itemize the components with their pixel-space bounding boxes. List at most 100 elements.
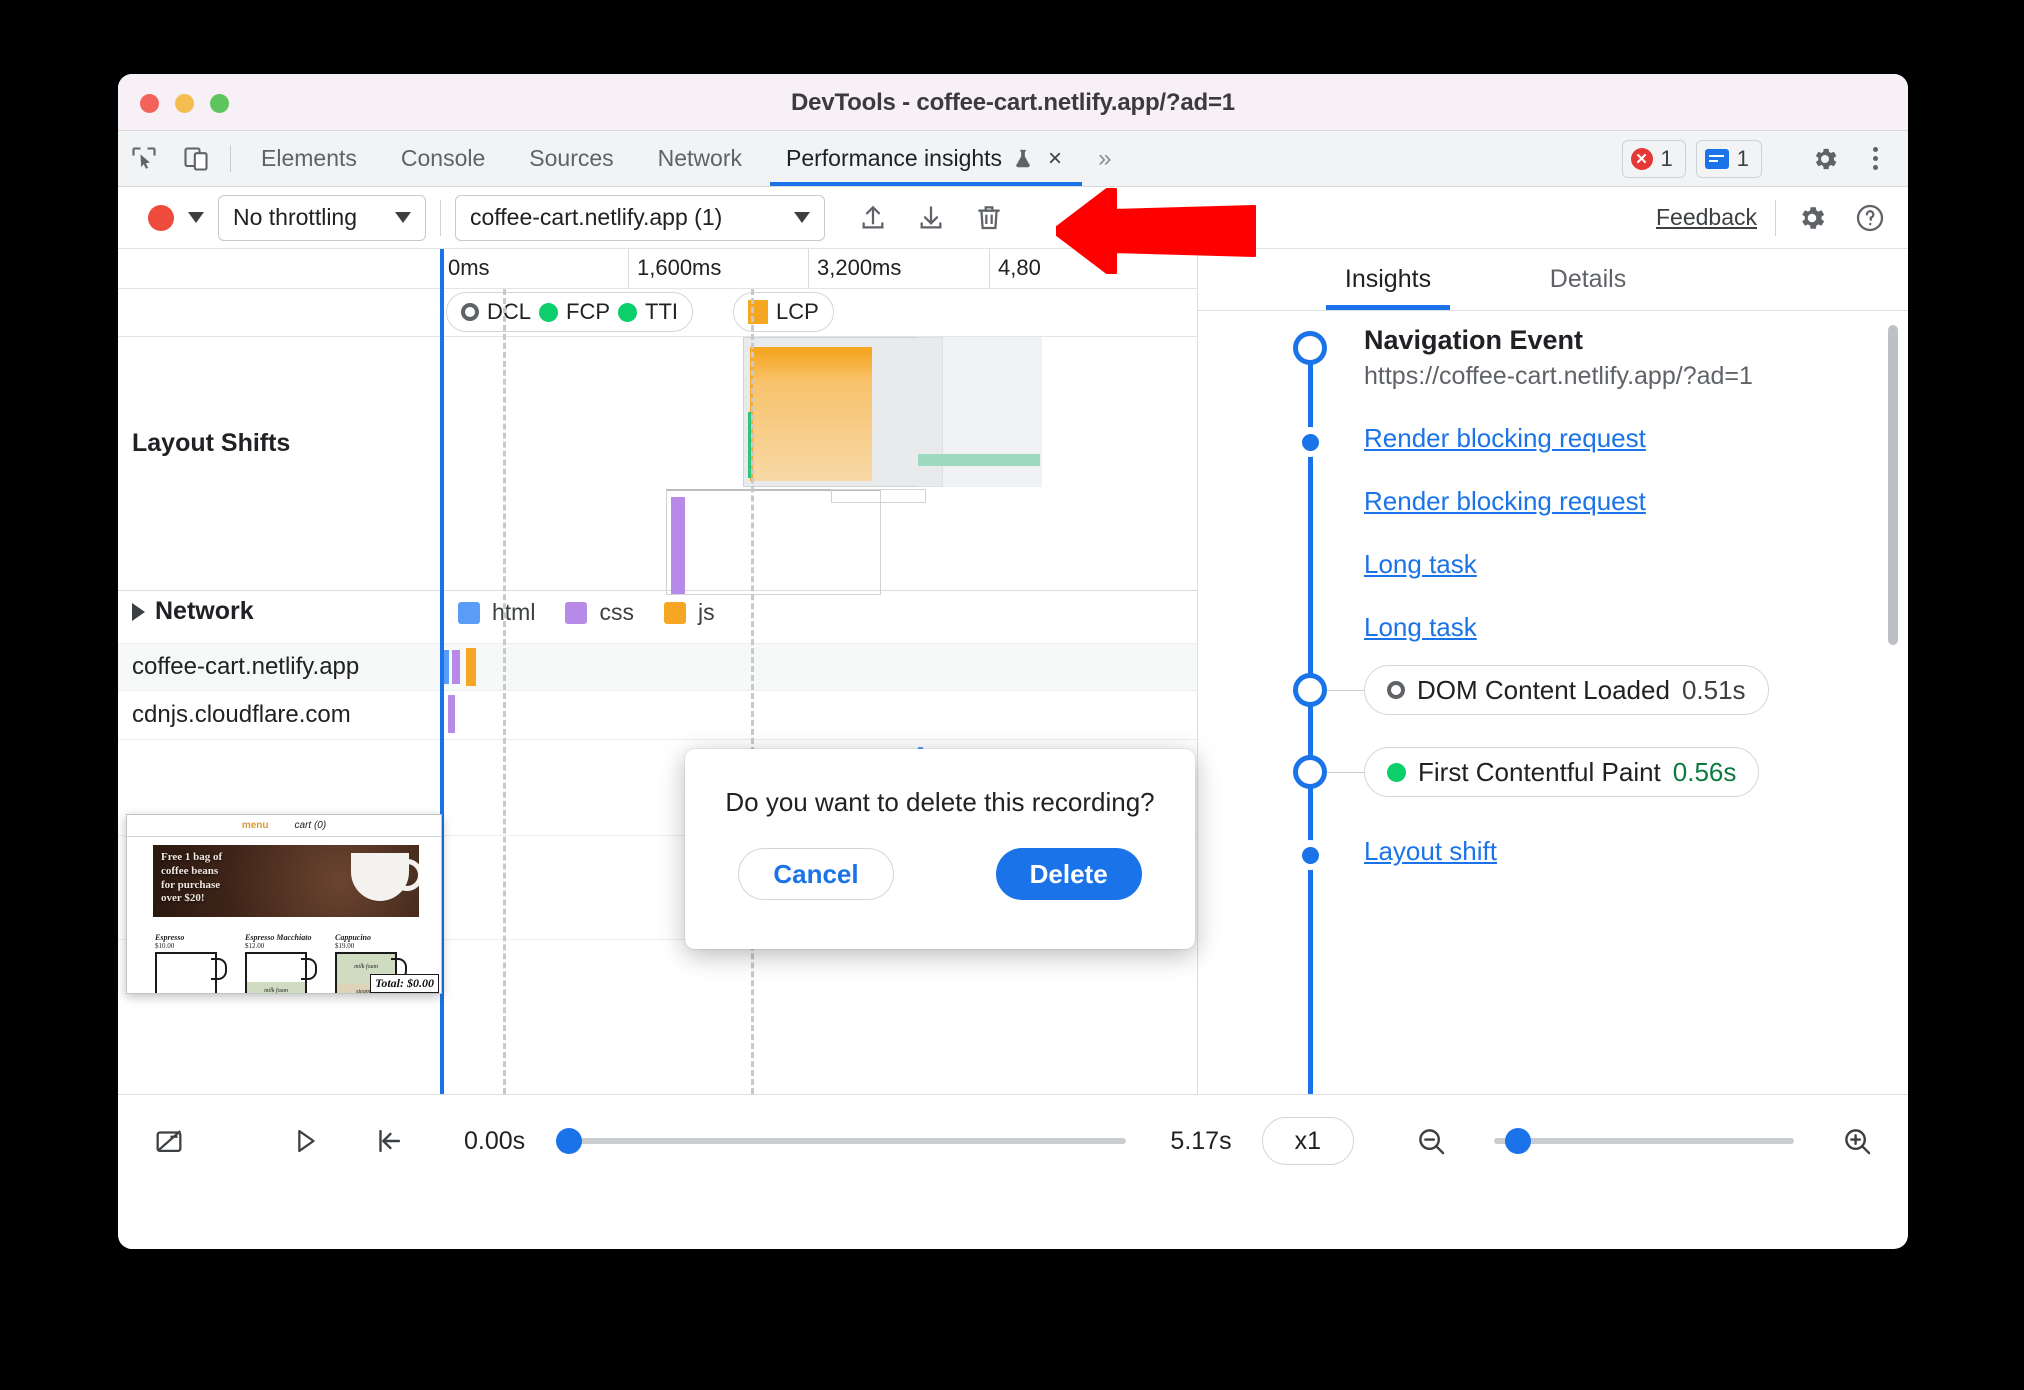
legend-label: css [599,599,634,625]
insight-long-task[interactable]: Long task [1364,612,1477,643]
inspect-element-icon[interactable] [118,131,170,186]
kebab-menu-icon[interactable] [1861,147,1890,170]
insight-long-task[interactable]: Long task [1364,549,1477,580]
insights-node-dot [1295,427,1325,457]
recording-select[interactable]: coffee-cart.netlify.app (1) [455,194,825,241]
timeline-dashed-marker [503,289,506,1094]
dialog-buttons: Cancel Delete [738,848,1142,900]
insight-layout-shift[interactable]: Layout shift [1364,836,1497,867]
screenshot-strip-block [918,337,1042,487]
screenshot-off-icon[interactable] [146,1118,192,1164]
marker-label: FCP [566,299,611,324]
error-icon: ✕ [1630,147,1653,170]
ruler-tick: 0ms [448,255,490,280]
playback-speed-button[interactable]: x1 [1261,1117,1354,1165]
insights-pane: Insights Details Navigation Event https:… [1198,249,1908,1094]
tab-insights[interactable]: Insights [1288,249,1488,310]
record-dropdown-chevron-down-icon[interactable] [188,212,204,223]
record-button[interactable] [148,204,174,231]
trash-icon[interactable] [967,196,1011,240]
network-request-row[interactable]: coffee-cart.netlify.app [118,643,1197,691]
ruler-tick: 3,200ms [808,249,901,289]
marker-group-dcl-fcp-tti[interactable]: DCL FCP TTI [446,292,694,332]
insight-link[interactable]: Render blocking request [1364,423,1646,453]
ruler-tick: 4,80 [989,249,1041,289]
track-network-header[interactable]: Network html css js [118,591,1197,643]
chevron-down-icon [395,212,411,223]
toolbar-divider-1 [440,199,441,236]
tab-performance-insights[interactable]: Performance insights × [764,131,1088,186]
preview-site-nav: menu cart (0) [127,815,441,837]
track-layout-shifts[interactable]: Layout Shifts [118,337,1197,595]
zoom-slider-knob[interactable] [1505,1128,1531,1154]
tab-label: Performance insights [786,145,1003,171]
track-label-text: Layout Shifts [132,429,291,457]
time-slider-knob[interactable] [556,1128,583,1154]
zoom-slider[interactable] [1494,1128,1794,1154]
gear-icon[interactable] [1790,196,1834,240]
marker-lcp[interactable]: LCP [733,292,834,332]
preview-product-name: Espresso [155,933,185,942]
insight-link[interactable]: Long task [1364,549,1477,579]
insights-list[interactable]: Navigation Event https://coffee-cart.net… [1198,311,1908,1094]
insight-link[interactable]: Long task [1364,612,1477,642]
fcp-dot-green-icon [1387,762,1406,782]
insight-render-blocking-request[interactable]: Render blocking request [1364,486,1646,517]
layout-shift-row-box [666,489,881,595]
feedback-link[interactable]: Feedback [1656,204,1761,231]
jump-to-start-icon[interactable] [366,1118,412,1164]
play-icon[interactable] [282,1118,328,1164]
preview-menu-label: menu [241,820,269,831]
marker-label: TTI [645,299,679,324]
device-toolbar-icon[interactable] [170,131,222,186]
delete-button[interactable]: Delete [995,848,1142,900]
tab-console[interactable]: Console [379,131,507,186]
insight-first-contentful-paint[interactable]: First Contentful Paint 0.56s [1364,747,1760,797]
tab-label: Elements [261,145,357,171]
zoom-in-icon[interactable] [1834,1118,1880,1164]
tab-sources[interactable]: Sources [507,131,635,186]
tab-label: Network [657,145,742,171]
tab-label: Insights [1344,265,1432,293]
upload-icon[interactable] [851,196,895,240]
timeline-pane[interactable]: 0ms 1,600ms 3,200ms 4,80 DCL FCP TTI LCP [118,249,1198,1094]
tab-details[interactable]: Details [1488,249,1688,310]
preview-cart-label: cart (0) [294,820,327,831]
close-icon[interactable]: × [1044,145,1066,173]
help-icon[interactable] [1848,196,1892,240]
insights-node-ring [1293,755,1327,789]
gear-icon[interactable] [1799,144,1851,174]
preview-product-cup: milk foam [245,952,317,993]
insight-render-blocking-request[interactable]: Render blocking request [1364,423,1646,454]
ruler-tick: 1,600ms [628,249,721,289]
tab-network[interactable]: Network [636,131,764,186]
layout-shift-row-box [831,489,926,503]
message-counter[interactable]: 1 [1695,139,1762,178]
insight-dom-content-loaded[interactable]: DOM Content Loaded 0.51s [1364,665,1769,715]
error-counter[interactable]: ✕ 1 [1621,139,1686,178]
insights-scrollbar[interactable] [1888,325,1898,645]
devtools-main-body: 0ms 1,600ms 3,200ms 4,80 DCL FCP TTI LCP [118,249,1908,1094]
insights-pill-connector [1327,690,1364,691]
insight-pill[interactable]: First Contentful Paint 0.56s [1364,747,1760,797]
chevron-down-icon [794,212,810,223]
time-slider[interactable] [556,1128,1127,1154]
zoom-out-icon[interactable] [1408,1118,1454,1164]
download-icon[interactable] [909,196,953,240]
insight-pill[interactable]: DOM Content Loaded 0.51s [1364,665,1769,715]
cancel-button[interactable]: Cancel [738,848,894,900]
insight-link[interactable]: Render blocking request [1364,486,1646,516]
experiment-flask-icon [1012,147,1034,171]
timeline-ruler[interactable]: 0ms 1,600ms 3,200ms 4,80 [118,249,1197,289]
insight-navigation-event[interactable]: Navigation Event https://coffee-cart.net… [1364,325,1753,391]
tabbar-divider [230,145,231,172]
tab-elements[interactable]: Elements [239,131,379,186]
insight-pill-label: First Contentful Paint [1418,756,1661,787]
more-tabs-icon[interactable]: » [1088,131,1121,186]
insight-link[interactable]: Layout shift [1364,836,1497,866]
track-label-network[interactable]: Network [118,597,340,626]
network-request-row[interactable]: cdnjs.cloudflare.com [118,691,1197,739]
error-count: 1 [1660,145,1673,171]
throttling-select[interactable]: No throttling [218,194,426,241]
marker-label: DCL [487,299,532,324]
